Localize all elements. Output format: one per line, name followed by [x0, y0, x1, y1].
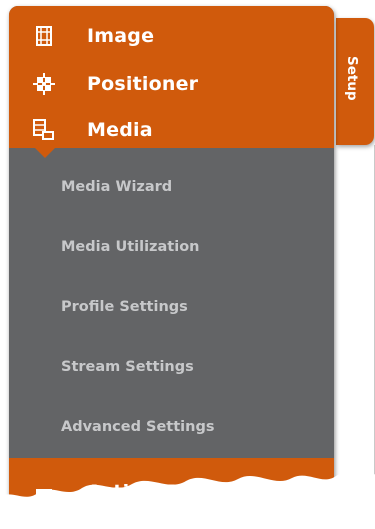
nav-item-action-engine-label: Action Engine — [87, 481, 238, 503]
submenu-profile-settings-label: Profile Settings — [61, 299, 188, 315]
nav-item-image-label: Image — [87, 25, 155, 47]
nav-item-image[interactable]: Image — [9, 16, 334, 56]
submenu-stream-settings[interactable]: Stream Settings — [9, 347, 334, 387]
nav-item-action-engine-row[interactable]: Action Engine — [9, 472, 334, 512]
submenu-profile-settings[interactable]: Profile Settings — [9, 287, 334, 327]
nav-item-positioner-label: Positioner — [87, 73, 199, 95]
nav-item-media[interactable]: Media — [9, 110, 334, 150]
crosshair-icon — [29, 69, 59, 99]
setup-strip — [334, 145, 375, 529]
submenu-stream-settings-label: Stream Settings — [61, 359, 194, 375]
active-pointer — [35, 148, 55, 158]
action-icon — [29, 477, 59, 507]
setup-tab-label: Setup — [344, 56, 360, 101]
submenu-media-utilization-label: Media Utilization — [61, 239, 200, 255]
setup-tab[interactable]: Setup — [336, 18, 374, 145]
submenu-advanced-settings-label: Advanced Settings — [61, 419, 215, 435]
media-icon — [29, 115, 59, 145]
nav-item-positioner[interactable]: Positioner — [9, 64, 334, 104]
submenu-media-wizard[interactable]: Media Wizard — [9, 167, 334, 207]
submenu-media-wizard-label: Media Wizard — [61, 179, 173, 195]
film-icon — [29, 21, 59, 51]
submenu-media-utilization[interactable]: Media Utilization — [9, 227, 334, 267]
submenu-advanced-settings[interactable]: Advanced Settings — [9, 407, 334, 447]
menu-panel: Image Positioner Media Media Wizard Medi… — [9, 6, 334, 529]
nav-item-media-label: Media — [87, 119, 153, 141]
